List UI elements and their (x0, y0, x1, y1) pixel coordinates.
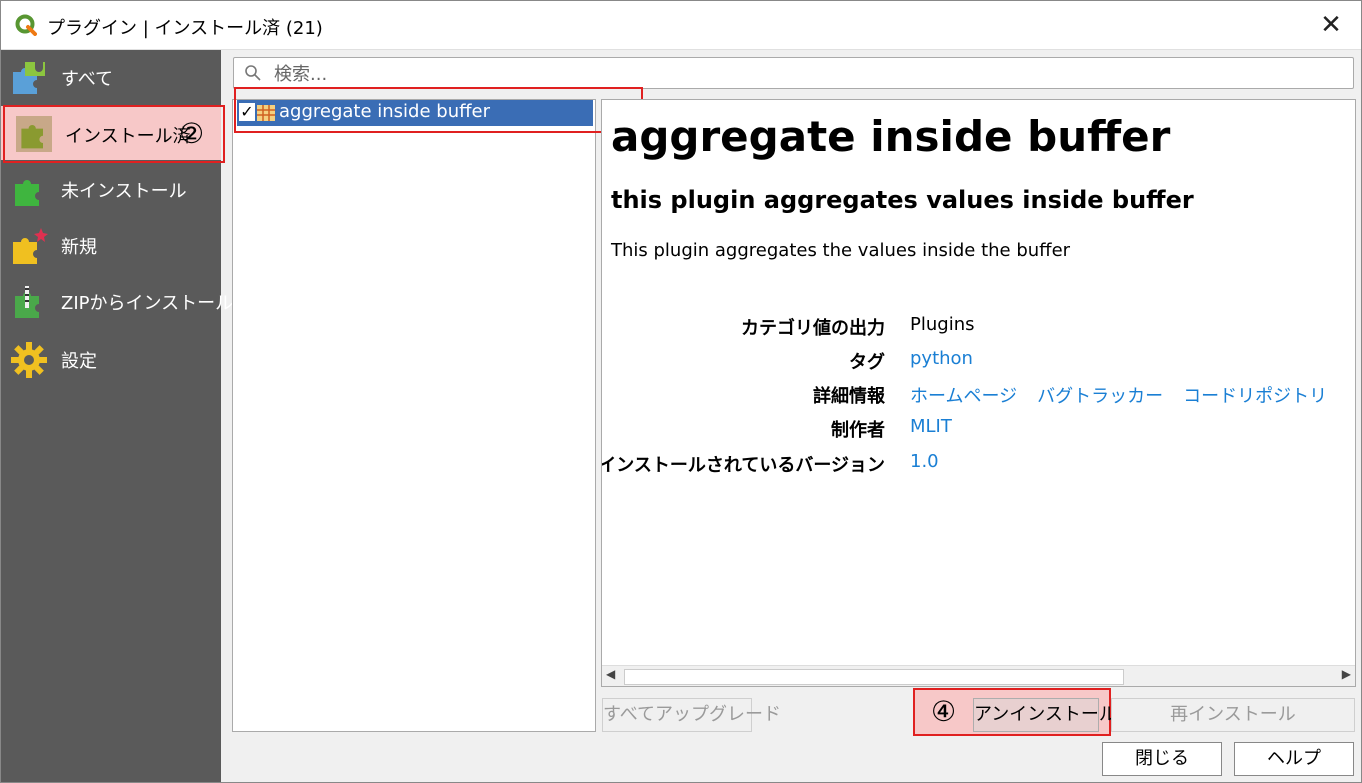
sidebar-item-label: ZIPからインストール (61, 293, 234, 314)
window-title: プラグイン | インストール済 (21) (47, 18, 323, 39)
sidebar-item-settings[interactable]: 設定 (1, 332, 221, 386)
installed-version-label: インストールされているバージョン (601, 455, 885, 476)
homepage-link[interactable]: ホームページ (910, 386, 1017, 407)
plugin-details-pane: aggregate inside buffer this plugin aggr… (601, 99, 1356, 687)
sidebar-item-all[interactable]: すべて (1, 50, 221, 104)
close-window-button[interactable]: ✕ (1315, 9, 1347, 41)
upgrade-all-button[interactable]: すべてアップグレード (602, 698, 781, 732)
search-icon (245, 65, 261, 81)
sidebar-item-not-installed[interactable]: 未インストール (1, 162, 221, 216)
plugin-subtitle: this plugin aggregates values inside buf… (611, 186, 1194, 214)
annotation-number-4: ④ (931, 695, 957, 728)
sidebar-item-install-zip[interactable]: ZIPからインストール (1, 274, 233, 328)
uninstall-button[interactable]: アンインストール (973, 698, 1117, 732)
puzzle-not-installed-icon (15, 180, 39, 206)
puzzle-all-icon (13, 62, 45, 94)
more-info-label: 詳細情報 (813, 386, 885, 407)
sidebar-item-label: 新規 (61, 237, 97, 258)
search-box (233, 57, 1354, 89)
category-value: Plugins (910, 314, 975, 335)
plugin-dialog: プラグイン | インストール済 (21) ✕ すべて インストール済 未インスト… (0, 0, 1362, 783)
gear-icon (11, 342, 47, 378)
sidebar-item-label: 未インストール (61, 181, 187, 202)
plugin-list: ✓ aggregate inside buffer (232, 99, 596, 732)
installed-version-value: 1.0 (910, 451, 939, 472)
sidebar-item-label: すべて (61, 69, 114, 90)
sidebar-item-new[interactable]: 新規 (1, 218, 221, 272)
code-repository-link[interactable]: コードリポジトリ (1183, 386, 1327, 407)
tag-link-python[interactable]: python (910, 348, 973, 369)
close-button[interactable]: 閉じる (1102, 742, 1222, 776)
qgis-logo-icon (15, 14, 37, 36)
puzzle-new-icon (13, 228, 48, 264)
sidebar-item-label: 設定 (61, 351, 97, 372)
tags-label: タグ (849, 352, 885, 373)
category-label: カテゴリ値の出力 (741, 318, 885, 339)
annotation-box-plugin (234, 87, 643, 133)
horizontal-scrollbar[interactable]: ◀ ▶ (602, 665, 1355, 686)
annotation-number-2: ② (179, 117, 205, 150)
author-label: 制作者 (831, 420, 885, 441)
puzzle-zip-icon (15, 286, 39, 318)
search-input[interactable] (272, 61, 1346, 87)
scroll-right-arrow-icon[interactable]: ▶ (1342, 667, 1351, 681)
plugin-description: This plugin aggregates the values inside… (611, 240, 1071, 261)
help-button[interactable]: ヘルプ (1234, 742, 1354, 776)
author-link[interactable]: MLIT (910, 416, 952, 437)
plugin-title: aggregate inside buffer (611, 112, 1171, 161)
bug-tracker-link[interactable]: バグトラッカー (1037, 386, 1163, 407)
reinstall-button[interactable]: 再インストール (1111, 698, 1355, 732)
scroll-left-arrow-icon[interactable]: ◀ (606, 667, 615, 681)
title-bar: プラグイン | インストール済 (21) ✕ (1, 1, 1361, 50)
scrollbar-thumb[interactable] (624, 669, 1124, 685)
